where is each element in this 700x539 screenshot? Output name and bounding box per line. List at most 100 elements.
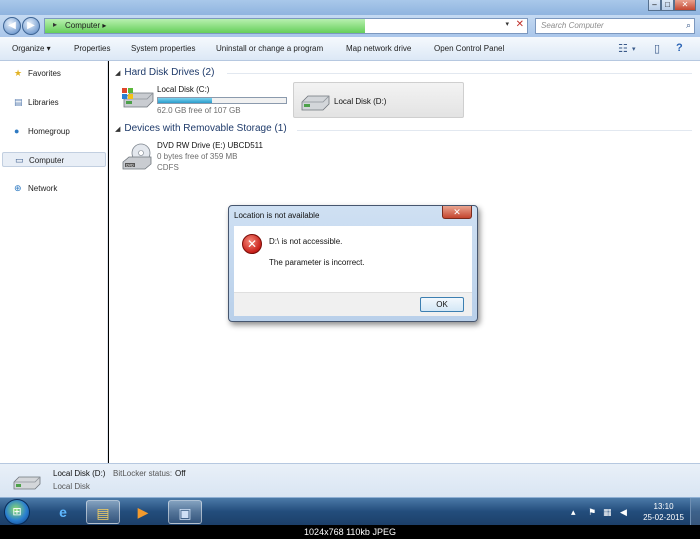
- uninstall-program-button[interactable]: Uninstall or change a program: [216, 44, 323, 53]
- nav-item-network[interactable]: ⊕ Network: [2, 181, 106, 196]
- start-button[interactable]: ⊞: [4, 499, 30, 525]
- image-caption: 1024x768 110kb JPEG: [0, 525, 700, 539]
- system-properties-button[interactable]: System properties: [131, 44, 195, 53]
- drive-c-usage-bar: [157, 97, 287, 104]
- action-center-flag-icon[interactable]: ⚑: [588, 507, 596, 518]
- svg-text:DVD: DVD: [126, 164, 134, 168]
- drive-d-name: Local Disk (D:): [334, 97, 387, 106]
- forward-button[interactable]: ▶: [22, 17, 40, 35]
- nav-item-label: Libraries: [28, 98, 59, 107]
- error-dialog: Location is not available ✕ ✕ D:\ is not…: [228, 205, 478, 322]
- show-hidden-icons-icon[interactable]: ▴: [571, 507, 576, 518]
- collapse-icon[interactable]: ◢: [115, 126, 120, 133]
- details-pane: Local Disk (D:) BitLocker status: Off Lo…: [0, 463, 700, 497]
- details-name: Local Disk (D:): [53, 469, 106, 478]
- nav-item-label: Computer: [29, 156, 65, 165]
- window-titlebar: ‒ □ ✕: [0, 0, 700, 15]
- help-icon[interactable]: ?: [676, 42, 683, 54]
- network-icon: ⊕: [14, 183, 22, 193]
- search-placeholder: Search Computer: [541, 21, 604, 30]
- drive-c[interactable]: Local Disk (C:) 62.0 GB free of 107 GB: [117, 82, 293, 120]
- clock[interactable]: 13:10 25-02-2015: [643, 501, 684, 523]
- drive-c-free-space: 62.0 GB free of 107 GB: [157, 106, 241, 115]
- forward-arrow-icon: ▶: [27, 20, 35, 31]
- network-tray-icon[interactable]: ▦: [603, 507, 612, 518]
- dialog-footer: OK: [234, 292, 472, 316]
- nav-item-libraries[interactable]: ▤ Libraries: [2, 95, 106, 110]
- view-dropdown-icon[interactable]: ▾: [632, 45, 636, 53]
- computer-icon: ▭: [15, 155, 24, 165]
- nav-item-favorites[interactable]: ★ Favorites: [2, 66, 106, 81]
- bitlocker-label: BitLocker status:: [113, 469, 173, 478]
- homegroup-icon: ●: [14, 126, 20, 136]
- clock-date: 25-02-2015: [643, 513, 684, 522]
- group-header-hard-disk-drives[interactable]: ◢ Hard Disk Drives (2): [115, 67, 214, 78]
- volume-icon[interactable]: ◀: [620, 507, 627, 518]
- nav-item-label: Homegroup: [28, 127, 70, 136]
- dialog-message: D:\ is not accessible.: [269, 237, 343, 246]
- drive-c-name: Local Disk (C:): [157, 85, 210, 94]
- error-window-taskbar-icon[interactable]: ▣: [168, 500, 202, 524]
- navigation-pane: ★ Favorites ▤ Libraries ● Homegroup ▭ Co…: [0, 61, 108, 463]
- search-icon[interactable]: ⌕: [686, 20, 691, 31]
- close-button[interactable]: ✕: [674, 0, 696, 11]
- windows-logo-icon: ⊞: [12, 506, 22, 518]
- address-separator-icon[interactable]: ▸: [102, 21, 106, 30]
- taskbar: ⊞ e ▤ ▶ ▣ ▴ ⚑ ▦ ◀ 13:10 25-02-2015: [0, 497, 700, 526]
- back-button[interactable]: ◀: [3, 17, 21, 35]
- hard-drive-icon: [13, 476, 41, 490]
- command-toolbar: Organize ▾ Properties System properties …: [0, 37, 700, 61]
- internet-explorer-icon[interactable]: e: [46, 500, 80, 524]
- collapse-icon[interactable]: ◢: [115, 70, 120, 77]
- details-type: Local Disk: [53, 482, 90, 491]
- hard-drive-windows-icon: [122, 88, 154, 108]
- group-label: Hard Disk Drives (2): [124, 67, 215, 78]
- group-divider: [297, 130, 692, 131]
- show-desktop-button[interactable]: [690, 498, 700, 526]
- hard-drive-icon: [301, 95, 330, 111]
- star-icon: ★: [14, 68, 23, 78]
- drive-e-free-space: 0 bytes free of 359 MB: [157, 152, 238, 161]
- drive-c-usage-fill: [158, 98, 212, 103]
- organize-button[interactable]: Organize ▾: [12, 44, 51, 53]
- file-explorer-icon[interactable]: ▤: [86, 500, 120, 524]
- drive-e-filesystem: CDFS: [157, 163, 179, 172]
- nav-item-label: Favorites: [28, 69, 61, 78]
- group-header-removable-storage[interactable]: ◢ Devices with Removable Storage (1): [115, 123, 287, 134]
- map-network-drive-button[interactable]: Map network drive: [346, 44, 411, 53]
- ok-button[interactable]: OK: [420, 297, 464, 312]
- address-dropdown-icon[interactable]: ▾: [505, 20, 509, 28]
- drive-e[interactable]: DVD DVD RW Drive (E:) UBCD511 0 bytes fr…: [117, 138, 293, 180]
- dialog-detail: The parameter is incorrect.: [269, 258, 365, 267]
- search-input[interactable]: Search Computer ⌕: [535, 18, 695, 34]
- nav-item-computer[interactable]: ▭ Computer: [2, 152, 106, 167]
- address-arrow-icon: ▸: [53, 20, 58, 29]
- dialog-close-button[interactable]: ✕: [442, 206, 472, 219]
- preview-pane-icon[interactable]: ▯: [654, 42, 660, 55]
- bitlocker-value: Off: [175, 469, 186, 478]
- clock-time: 13:10: [653, 502, 674, 511]
- drive-e-name: DVD RW Drive (E:) UBCD511: [157, 141, 263, 150]
- address-bar[interactable]: ▸ Computer ▸ ▾ ✕: [44, 18, 528, 34]
- dvd-drive-icon: DVD: [122, 143, 152, 170]
- nav-item-homegroup[interactable]: ● Homegroup: [2, 124, 106, 139]
- stop-icon[interactable]: ✕: [516, 19, 524, 30]
- window-controls: ‒ □ ✕: [648, 0, 696, 11]
- dialog-title: Location is not available: [234, 211, 320, 220]
- maximize-button[interactable]: □: [661, 0, 674, 11]
- address-path: Computer ▸: [65, 21, 106, 30]
- address-path-label: Computer: [65, 21, 101, 30]
- properties-button[interactable]: Properties: [74, 44, 110, 53]
- nav-item-label: Network: [28, 184, 58, 193]
- group-divider: [227, 73, 692, 74]
- drive-d[interactable]: Local Disk (D:): [293, 82, 464, 118]
- address-row: ◀ ▶ ▸ Computer ▸ ▾ ✕ Search Computer ⌕: [0, 15, 700, 37]
- error-icon: ✕: [242, 234, 262, 254]
- group-label: Devices with Removable Storage (1): [124, 123, 287, 134]
- view-options-icon[interactable]: ☷: [618, 42, 628, 55]
- dialog-body: ✕ D:\ is not accessible. The parameter i…: [234, 226, 472, 296]
- open-control-panel-button[interactable]: Open Control Panel: [434, 44, 504, 53]
- media-player-icon[interactable]: ▶: [126, 500, 160, 524]
- minimize-button[interactable]: ‒: [648, 0, 661, 11]
- back-arrow-icon: ◀: [8, 20, 16, 31]
